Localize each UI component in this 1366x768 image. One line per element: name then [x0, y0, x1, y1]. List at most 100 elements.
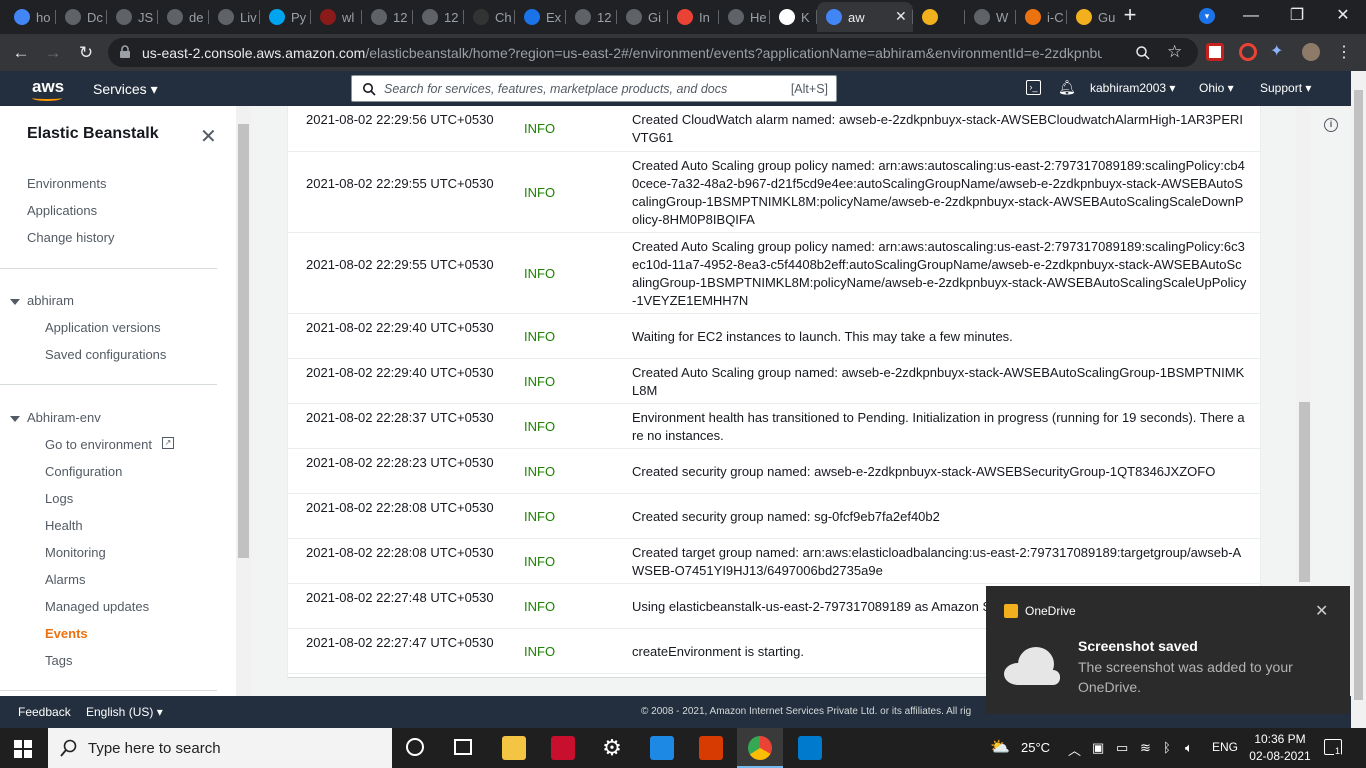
action-center-icon[interactable]: 1: [1324, 739, 1342, 756]
sidebar-item-alarms[interactable]: Alarms: [45, 572, 85, 587]
browser-tab[interactable]: i-C: [1016, 2, 1067, 32]
task-view-icon[interactable]: [454, 739, 472, 755]
office-icon[interactable]: [699, 736, 723, 760]
close-window-button[interactable]: ✕: [1320, 0, 1366, 34]
taskbar-search-input[interactable]: Type here to search: [48, 728, 392, 768]
weather-temperature[interactable]: 25°C: [1021, 740, 1050, 755]
browser-tab[interactable]: Gi: [617, 2, 668, 32]
browser-tab[interactable]: 12: [566, 2, 617, 32]
support-menu[interactable]: Support ▾: [1260, 81, 1311, 95]
cloudshell-icon[interactable]: ›_: [1026, 80, 1041, 95]
file-explorer-icon[interactable]: [502, 736, 526, 760]
opera-extension-icon[interactable]: [1239, 43, 1257, 61]
browser-tab[interactable]: de: [158, 2, 209, 32]
cortana-icon[interactable]: [406, 738, 424, 756]
sidebar-item-applications[interactable]: Applications: [27, 203, 97, 218]
browser-tab[interactable]: Liv: [209, 2, 260, 32]
account-menu[interactable]: kabhiram2003 ▾: [1090, 81, 1175, 95]
extension-icon-1[interactable]: [1206, 43, 1224, 61]
browser-tab[interactable]: wl: [311, 2, 362, 32]
event-time: 2021-08-02 22:28:23 UTC+0530: [306, 455, 494, 470]
sidebar-item-go-to-environment[interactable]: Go to environment: [45, 437, 152, 452]
tray-chevron-icon[interactable]: ︿: [1068, 740, 1081, 759]
restore-button[interactable]: ❐: [1274, 0, 1320, 34]
sidebar-item-change-history[interactable]: Change history: [27, 230, 114, 245]
tab-label: 12: [597, 9, 612, 25]
event-details: Created security group named: awseb-e-2z…: [632, 464, 1216, 479]
forward-icon[interactable]: →: [42, 42, 64, 64]
language-selector[interactable]: English (US) ▾: [86, 705, 163, 719]
address-bar[interactable]: us-east-2.console.aws.amazon.com/elastic…: [108, 38, 1198, 67]
search-input[interactable]: Search for services, features, marketpla…: [351, 75, 837, 102]
page-scrollbar-thumb[interactable]: [1354, 90, 1363, 700]
browser-tab[interactable]: Dc: [56, 2, 107, 32]
sidebar-item-logs[interactable]: Logs: [45, 491, 73, 506]
extensions-puzzle-icon[interactable]: ✦: [1270, 41, 1283, 61]
browser-tab[interactable]: [913, 2, 965, 32]
feedback-link[interactable]: Feedback: [18, 705, 71, 719]
info-icon[interactable]: i: [1324, 118, 1338, 132]
browser-tab[interactable]: K: [770, 2, 817, 32]
mcafee-icon[interactable]: [551, 736, 575, 760]
events-scrollbar-thumb[interactable]: [1299, 402, 1310, 582]
new-tab-button[interactable]: +: [1118, 4, 1142, 28]
sidebar-item-saved-configurations[interactable]: Saved configurations: [45, 347, 166, 362]
region-menu[interactable]: Ohio ▾: [1199, 81, 1234, 95]
tray-device-icon[interactable]: ▣: [1092, 740, 1104, 756]
close-tab-icon[interactable]: ✕: [895, 8, 907, 25]
back-icon[interactable]: ←: [10, 42, 32, 64]
sidebar-group-environment[interactable]: Abhiram-env: [10, 410, 101, 425]
vscode-icon[interactable]: [798, 736, 822, 760]
browser-tab[interactable]: 12: [413, 2, 464, 32]
settings-gear-icon[interactable]: ⚙: [600, 736, 624, 760]
reload-icon[interactable]: ↻: [75, 42, 97, 64]
chrome-menu-icon[interactable]: ⋮: [1336, 42, 1352, 62]
notifications-bell-icon[interactable]: 🔔︎: [1058, 79, 1076, 96]
browser-tab[interactable]: 12: [362, 2, 413, 32]
bookmark-star-icon[interactable]: ☆: [1167, 42, 1182, 62]
weather-icon[interactable]: ⛅: [990, 737, 1010, 757]
taskbar-chrome-active[interactable]: [737, 728, 783, 768]
search-icon: [60, 739, 77, 757]
sidebar-item-environments[interactable]: Environments: [27, 176, 106, 191]
input-language[interactable]: ENG: [1212, 740, 1238, 754]
browser-tab[interactable]: Gu: [1067, 2, 1118, 32]
bluetooth-icon[interactable]: ᛒ: [1163, 740, 1171, 755]
sidebar-item-tags[interactable]: Tags: [45, 653, 72, 668]
sidebar-item-health[interactable]: Health: [45, 518, 83, 533]
close-icon[interactable]: ✕: [1315, 601, 1328, 621]
sidebar-item-monitoring[interactable]: Monitoring: [45, 545, 106, 560]
browser-tab[interactable]: W: [965, 2, 1016, 32]
browser-tab[interactable]: ho: [5, 2, 56, 32]
browser-tab[interactable]: Ch: [464, 2, 515, 32]
chrome-profile-icon[interactable]: ▾: [1199, 8, 1215, 24]
onedrive-toast[interactable]: OneDrive ✕ Screenshot saved The screensh…: [986, 586, 1350, 714]
close-icon[interactable]: ✕: [200, 124, 217, 149]
sidebar-item-configuration[interactable]: Configuration: [45, 464, 122, 479]
browser-tab[interactable]: He: [719, 2, 770, 32]
sidebar-item-events[interactable]: Events: [45, 626, 88, 641]
minimize-button[interactable]: —: [1228, 0, 1274, 34]
wifi-icon[interactable]: ≋: [1140, 740, 1151, 756]
browser-tab[interactable]: Py: [260, 2, 311, 32]
avatar[interactable]: [1302, 43, 1320, 61]
browser-tab[interactable]: In: [668, 2, 719, 32]
taskbar-clock[interactable]: 10:36 PM 02-08-2021: [1249, 731, 1311, 765]
tab-favicon-icon: [14, 9, 30, 25]
calendar-icon[interactable]: [650, 736, 674, 760]
aws-logo[interactable]: aws: [32, 77, 64, 97]
sidebar-item-managed-updates[interactable]: Managed updates: [45, 599, 149, 614]
table-row: 2021-08-02 22:29:55 UTC+0530 INFO Created …: [288, 152, 1260, 233]
windows-start-icon[interactable]: [14, 740, 32, 758]
event-details: Created Auto Scaling group policy named:…: [632, 158, 1245, 227]
browser-tab[interactable]: Ex: [515, 2, 566, 32]
zoom-icon[interactable]: [1135, 45, 1151, 61]
lock-icon: [120, 45, 130, 58]
browser-tab[interactable]: JS: [107, 2, 158, 32]
services-menu[interactable]: Services ▾: [93, 81, 158, 98]
volume-icon[interactable]: 🔈︎: [1185, 740, 1193, 756]
sidebar-item-application-versions[interactable]: Application versions: [45, 320, 161, 335]
sidebar-scrollbar-thumb[interactable]: [238, 124, 249, 558]
sidebar-group-application[interactable]: abhiram: [10, 293, 74, 308]
battery-icon[interactable]: ▭: [1116, 740, 1128, 756]
